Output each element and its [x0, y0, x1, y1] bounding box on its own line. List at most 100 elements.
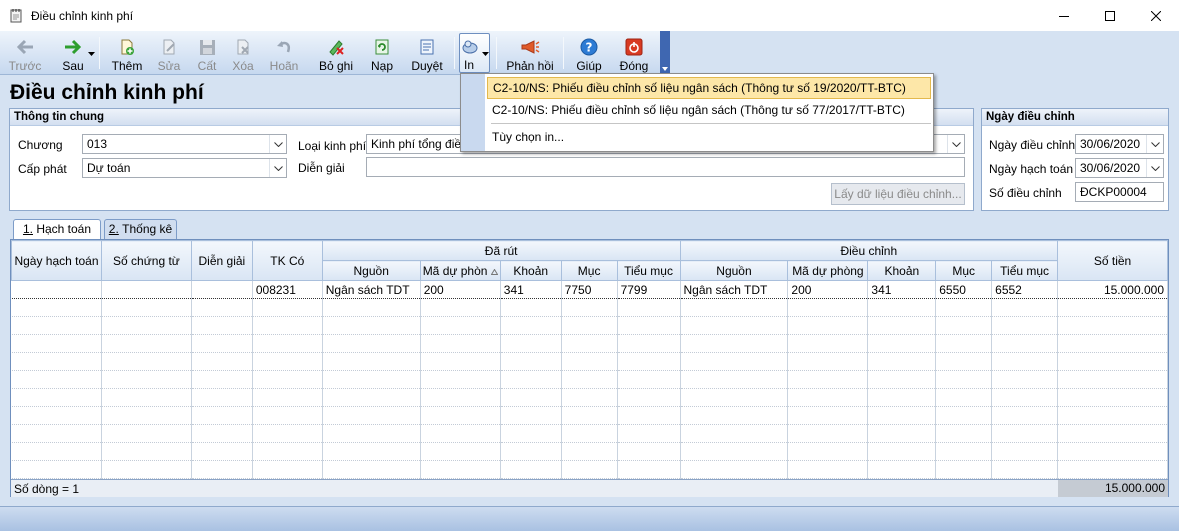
save-label: Cất	[197, 59, 217, 73]
ngay-dieu-chinh-label: Ngày điều chỉnh	[989, 138, 1076, 152]
print-icon	[462, 40, 478, 54]
cell-dr-tieu-muc[interactable]: 7799	[617, 280, 681, 299]
col-dr-khoan[interactable]: Khoản	[499, 260, 562, 281]
cell-dc-ma-du-phong[interactable]: 200	[787, 280, 869, 299]
cell-dr-nguon[interactable]: Ngân sách TDT	[322, 280, 421, 299]
table-row[interactable]	[11, 334, 1168, 353]
ngay-dieu-chinh-dropdown[interactable]	[1146, 135, 1163, 153]
close-button[interactable]: Đóng	[617, 33, 651, 73]
cell-dien-giai[interactable]	[191, 280, 253, 299]
cell-so-chung-tu[interactable]	[101, 280, 192, 299]
col-dc-tieu-muc[interactable]: Tiểu mục	[991, 260, 1059, 281]
cell-dr-khoan[interactable]: 341	[500, 280, 562, 299]
status-bar	[0, 506, 1179, 531]
loaikp-dropdown-button[interactable]	[947, 135, 964, 153]
table-row[interactable]	[11, 460, 1168, 479]
toolbar-overflow[interactable]	[660, 31, 670, 75]
col-tk-co[interactable]: TK Có	[251, 240, 323, 281]
table-row[interactable]	[11, 370, 1168, 389]
unpost-icon	[329, 40, 344, 56]
table-row[interactable]	[11, 352, 1168, 371]
col-dr-ma-du-phong[interactable]: Mã dự phòn	[419, 260, 501, 281]
table-row[interactable]	[11, 406, 1168, 425]
delete-button[interactable]: Xóa	[228, 33, 258, 73]
cell-dc-tieu-muc[interactable]: 6552	[991, 280, 1059, 299]
tab-hach-toan-prefix: 1.	[22, 222, 33, 236]
capphat-combo[interactable]: Dự toán	[82, 158, 287, 178]
chuong-combo[interactable]: 013	[82, 134, 287, 154]
table-row[interactable]	[11, 298, 1168, 317]
col-dr-tieu-muc[interactable]: Tiểu mục	[616, 260, 681, 281]
maximize-button[interactable]	[1087, 0, 1133, 31]
diengiai-input[interactable]	[366, 157, 965, 177]
print-menu-item-tt77[interactable]: C2-10/NS: Phiếu điều chỉnh số liệu ngân …	[487, 100, 931, 122]
maximize-icon	[1105, 10, 1115, 21]
next-button[interactable]: Sau	[57, 33, 89, 73]
cell-dc-muc[interactable]: 6550	[935, 280, 993, 299]
col-ngay-hach-toan[interactable]: Ngày hạch toán	[11, 240, 102, 281]
print-menu-item-options[interactable]: Tùy chọn in...	[487, 127, 931, 149]
undo-icon	[277, 41, 290, 53]
reload-button[interactable]: Nạp	[367, 33, 397, 73]
row-count: Số dòng = 1	[14, 482, 80, 496]
approve-button[interactable]: Duyệt	[408, 33, 446, 73]
next-label: Sau	[62, 59, 84, 73]
postpone-button[interactable]: Hoãn	[266, 33, 302, 73]
cell-so-tien[interactable]: 15.000.000	[1057, 280, 1168, 299]
next-dropdown-arrow-icon[interactable]	[88, 52, 95, 56]
edit-icon	[163, 39, 175, 55]
help-label: Giúp	[576, 59, 602, 73]
cell-dr-muc[interactable]: 7750	[561, 280, 618, 299]
chuong-dropdown-button[interactable]	[269, 135, 286, 153]
cell-dc-nguon[interactable]: Ngân sách TDT	[680, 280, 789, 299]
tab-hach-toan[interactable]: 1. Hạch toán	[13, 219, 101, 240]
feedback-label: Phản hồi	[506, 59, 554, 73]
ngay-hach-toan-picker[interactable]: 30/06/2020	[1075, 158, 1164, 178]
table-row[interactable]	[11, 442, 1168, 461]
delete-icon	[237, 39, 249, 55]
tab-thong-ke[interactable]: 2. Thống kê	[104, 219, 177, 240]
col-dc-ma-du-phong[interactable]: Mã dự phòng	[787, 260, 869, 281]
save-button[interactable]: Cất	[192, 33, 222, 73]
table-row[interactable]	[11, 388, 1168, 407]
ngay-hach-toan-value: 30/06/2020	[1080, 161, 1141, 175]
postpone-label: Hoãn	[269, 59, 299, 73]
cell-dr-ma-du-phong[interactable]: 200	[420, 280, 501, 299]
minimize-icon	[1059, 15, 1069, 17]
fetch-adjustment-button[interactable]: Lấy dữ liệu điều chỉnh...	[831, 183, 965, 205]
col-group-da-rut: Đã rút	[321, 240, 681, 261]
ngay-dieu-chinh-picker[interactable]: 30/06/2020	[1075, 134, 1164, 154]
print-dropdown-arrow-icon[interactable]	[482, 52, 489, 56]
feedback-button[interactable]: Phản hồi	[505, 33, 555, 73]
table-row[interactable]: 008231 Ngân sách TDT 200 341 7750 7799 N…	[11, 280, 1168, 299]
prev-button[interactable]: Trước	[6, 33, 44, 73]
help-button[interactable]: ? Giúp	[573, 33, 605, 73]
unpost-button[interactable]: Bỏ ghi	[316, 33, 356, 73]
col-dr-muc[interactable]: Mục	[560, 260, 618, 281]
capphat-dropdown-button[interactable]	[269, 159, 286, 177]
col-so-tien[interactable]: Số tiền	[1057, 240, 1168, 281]
add-label: Thêm	[111, 59, 143, 73]
col-dc-nguon[interactable]: Nguồn	[679, 260, 789, 281]
so-dieu-chinh-input[interactable]: ĐCKP00004	[1075, 182, 1164, 202]
col-dr-nguon[interactable]: Nguồn	[321, 260, 421, 281]
cell-tk-co[interactable]: 008231	[252, 280, 323, 299]
app-notebook-icon	[10, 8, 22, 22]
window-close-icon	[1151, 10, 1161, 21]
col-dc-muc[interactable]: Mục	[935, 260, 993, 281]
cell-ngay-hach-toan[interactable]	[11, 280, 102, 299]
ngay-hach-toan-dropdown[interactable]	[1146, 159, 1163, 177]
cell-dc-khoan[interactable]: 341	[867, 280, 937, 299]
print-menu-item-tt19[interactable]: C2-10/NS: Phiếu điều chỉnh số liệu ngân …	[487, 77, 931, 99]
add-button[interactable]: Thêm	[108, 33, 146, 73]
chevron-down-icon	[273, 165, 283, 171]
col-so-chung-tu[interactable]: Số chứng từ	[100, 240, 192, 281]
col-dc-khoan[interactable]: Khoản	[867, 260, 937, 281]
footer-total: 15.000.000	[1058, 480, 1168, 497]
col-dien-giai[interactable]: Diễn giải	[190, 240, 253, 281]
window-close-button[interactable]	[1133, 0, 1179, 31]
edit-button[interactable]: Sửa	[153, 33, 185, 73]
minimize-button[interactable]	[1041, 0, 1087, 31]
table-row[interactable]	[11, 424, 1168, 443]
table-row[interactable]	[11, 316, 1168, 335]
